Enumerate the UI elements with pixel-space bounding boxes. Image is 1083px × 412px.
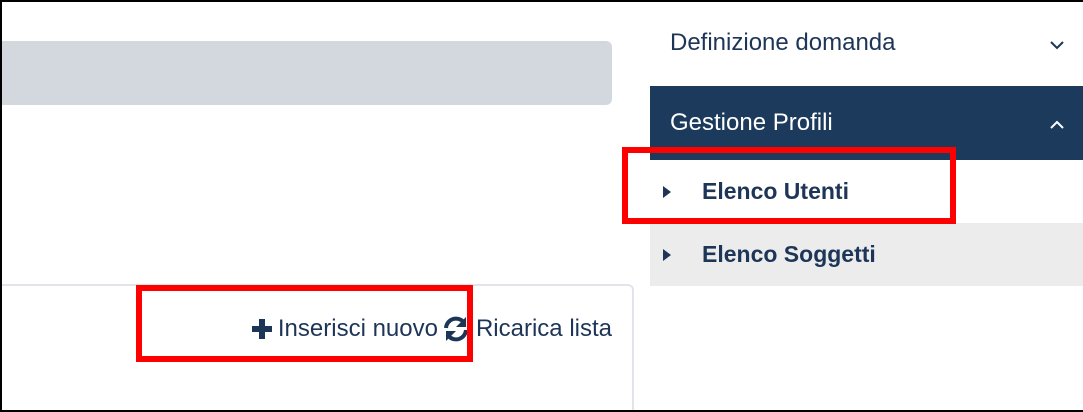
refresh-icon [442, 315, 470, 343]
caret-right-icon [662, 248, 702, 262]
reload-list-button[interactable]: Ricarica lista [442, 315, 612, 343]
sidebar-nav: Definizione domanda Gestione Profili Ele… [650, 0, 1083, 286]
sidebar-item-elenco-utenti[interactable]: Elenco Utenti [650, 160, 1083, 223]
chevron-down-icon [1049, 29, 1065, 57]
reload-list-label: Ricarica lista [475, 315, 612, 342]
nav-item-definizione-domanda[interactable]: Definizione domanda [650, 0, 1083, 86]
add-new-button[interactable]: Inserisci nuovo [251, 315, 438, 343]
search-bar-area [0, 41, 612, 105]
add-new-label: Inserisci nuovo [277, 315, 438, 342]
list-panel: Inserisci nuovo Ricarica lista [0, 284, 634, 412]
nav-item-gestione-profili[interactable]: Gestione Profili [650, 86, 1083, 160]
list-toolbar: Inserisci nuovo Ricarica lista [251, 315, 612, 343]
caret-right-icon [662, 185, 702, 199]
plus-icon [251, 319, 272, 339]
sidebar-item-label: Elenco Utenti [702, 178, 849, 204]
chevron-up-icon [1049, 109, 1065, 137]
sidebar-item-elenco-soggetti[interactable]: Elenco Soggetti [650, 223, 1083, 286]
nav-item-label: Definizione domanda [670, 29, 896, 56]
nav-item-label: Gestione Profili [670, 109, 833, 136]
sidebar-item-label: Elenco Soggetti [702, 241, 876, 267]
